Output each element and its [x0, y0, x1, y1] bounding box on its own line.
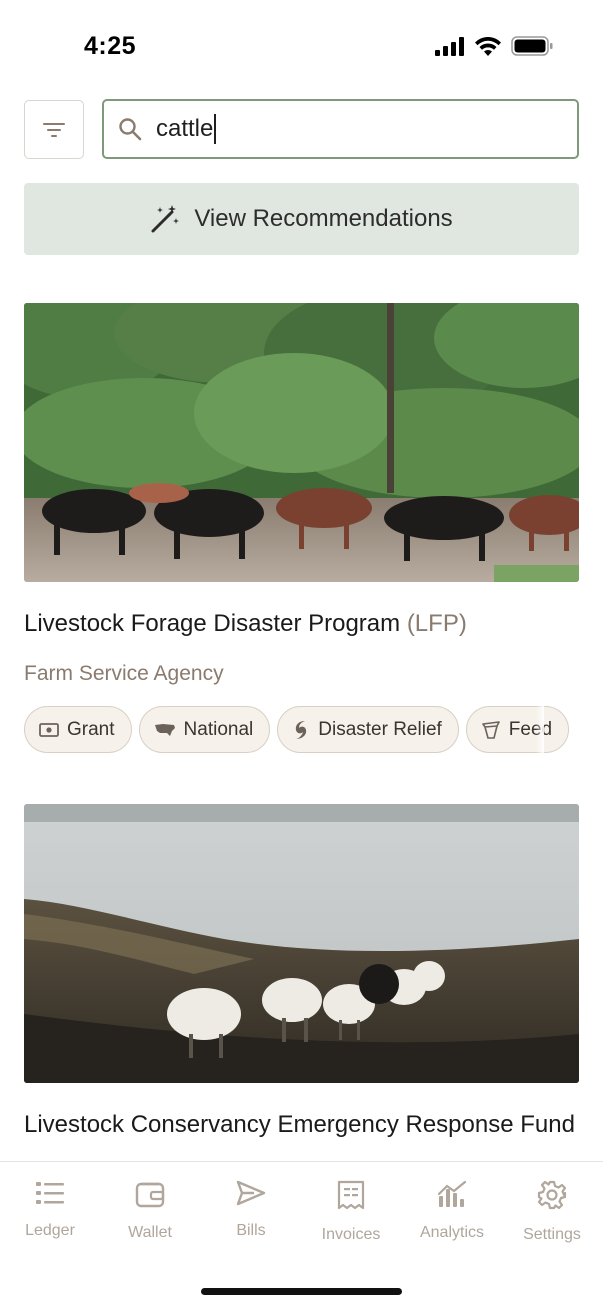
tab-ledger[interactable]: Ledger	[0, 1180, 100, 1240]
tag-label: Grant	[67, 718, 115, 740]
view-recommendations-label: View Recommendations	[194, 205, 453, 232]
tab-settings[interactable]: Settings	[502, 1180, 602, 1244]
filter-button[interactable]	[24, 100, 84, 159]
ledger-list-icon	[36, 1182, 64, 1204]
cattle-photo	[24, 303, 579, 582]
tag-scroll-fade	[536, 706, 544, 753]
tab-label: Analytics	[419, 1224, 485, 1241]
tab-wallet[interactable]: Wallet	[100, 1180, 200, 1242]
tag-label: National	[183, 718, 254, 740]
sheep-photo	[24, 804, 579, 1083]
send-icon	[236, 1180, 266, 1206]
program-card[interactable]: Livestock Conservancy Emergency Response…	[24, 804, 579, 1141]
program-card[interactable]: Livestock Forage Disaster Program (LFP) …	[24, 303, 579, 754]
status-time: 4:25	[84, 32, 137, 60]
us-map-icon	[154, 723, 175, 736]
tab-analytics[interactable]: Analytics	[402, 1180, 502, 1242]
text-caret	[214, 114, 217, 144]
chart-icon	[437, 1180, 467, 1207]
search-input[interactable]: cattle	[102, 99, 579, 159]
wifi-icon	[475, 36, 501, 56]
tab-bar: Ledger Wallet Bills Invoices Analytics S…	[0, 1161, 603, 1308]
tab-label: Settings	[523, 1226, 581, 1243]
feed-icon	[481, 720, 500, 739]
search-value: cattle	[156, 115, 214, 142]
battery-icon	[511, 36, 553, 56]
card-title-text: Livestock Forage Disaster Program	[24, 610, 401, 637]
cash-icon	[39, 722, 59, 737]
card-agency: Farm Service Agency	[24, 662, 224, 685]
gear-icon	[537, 1180, 567, 1210]
magic-wand-icon	[151, 205, 180, 233]
card-title: Livestock Conservancy Emergency Response…	[24, 1111, 575, 1138]
status-icons	[435, 36, 553, 56]
tag-label: Feed	[508, 718, 553, 740]
search-icon	[119, 118, 142, 141]
receipt-icon	[337, 1180, 365, 1210]
tab-label: Bills	[236, 1222, 266, 1239]
tag-national[interactable]: National	[138, 706, 271, 753]
tag-label: Disaster Relief	[318, 718, 442, 740]
tag-disaster-relief[interactable]: Disaster Relief	[277, 706, 459, 753]
wallet-icon	[135, 1182, 165, 1208]
tag-feed[interactable]: Feed	[465, 706, 570, 753]
tab-label: Wallet	[128, 1224, 172, 1241]
tab-bills[interactable]: Bills	[201, 1180, 301, 1240]
tab-label: Ledger	[25, 1222, 75, 1239]
card-title-abbr: (LFP)	[406, 610, 467, 637]
view-recommendations-button[interactable]: View Recommendations	[24, 183, 579, 255]
status-bar: 4:25	[0, 0, 603, 96]
filter-lines-icon	[43, 122, 65, 137]
search-row: cattle	[24, 99, 579, 159]
tag-grant[interactable]: Grant	[24, 706, 132, 753]
hurricane-icon	[296, 720, 307, 739]
tag-list: Grant National Disaster Relief Feed	[24, 706, 579, 754]
tab-label: Invoices	[321, 1226, 381, 1243]
tab-invoices[interactable]: Invoices	[301, 1180, 401, 1244]
home-indicator[interactable]	[201, 1288, 402, 1295]
cellular-signal-icon	[435, 36, 464, 56]
card-title: Livestock Forage Disaster Program (LFP)	[24, 608, 579, 640]
